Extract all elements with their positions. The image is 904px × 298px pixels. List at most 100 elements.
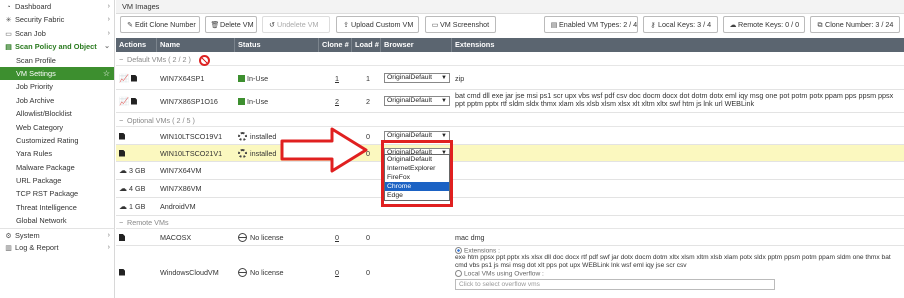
sidebar-item-global-network[interactable]: Global Network bbox=[0, 214, 114, 227]
group-optional-vms[interactable]: − Optional VMs ( 2 / 5 ) bbox=[116, 114, 904, 127]
status-check-icon bbox=[238, 97, 245, 105]
sidebar-item-tcp-rst-package[interactable]: TCP RST Package bbox=[0, 187, 114, 200]
extensions-text: bat cmd dll exe jar jse msi ps1 scr upx … bbox=[455, 91, 894, 108]
file-icon[interactable] bbox=[119, 234, 125, 241]
vm-name: AndroidVM bbox=[160, 202, 196, 211]
upload-custom-vm-button[interactable]: ⇪ Upload Custom VM bbox=[336, 16, 419, 33]
annotation-arrow-icon bbox=[280, 127, 368, 173]
sidebar-item-yara-rules[interactable]: Yara Rules bbox=[0, 147, 114, 160]
cloud-download-icon[interactable]: ☁ bbox=[119, 184, 127, 193]
clone-count-link[interactable]: 1 bbox=[335, 74, 339, 83]
file-icon[interactable] bbox=[119, 149, 125, 157]
chart-icon: ▥ bbox=[5, 245, 12, 253]
file-icon[interactable] bbox=[130, 97, 137, 105]
main-panel: VM Images ✎ Edit Clone Number 🗑Delete VM … bbox=[116, 0, 904, 298]
button-label: Delete VM bbox=[220, 20, 254, 29]
clone-count-link[interactable]: 0 bbox=[335, 268, 339, 277]
sidebar-item-job-archive[interactable]: Job Archive bbox=[0, 94, 114, 107]
sidebar-item-url-package[interactable]: URL Package bbox=[0, 174, 114, 187]
prohibited-icon bbox=[198, 54, 210, 66]
table-row[interactable]: MACOSX No license 0 0 mac dmg bbox=[116, 230, 904, 246]
sidebar-item-label: Global Network bbox=[16, 216, 67, 226]
cloud-download-icon[interactable]: ☁ bbox=[119, 202, 127, 211]
edit-clone-number-button[interactable]: ✎ Edit Clone Number bbox=[120, 16, 200, 33]
table-row[interactable]: 📈 WIN7X64SP1 In-Use 1 1 OriginalDefault ▼… bbox=[116, 67, 904, 90]
vm-name: WindowsCloudVM bbox=[160, 267, 219, 277]
vm-size: 4 GB bbox=[129, 184, 146, 193]
browser-select[interactable]: OriginalDefault ▼ bbox=[384, 96, 450, 106]
no-license-icon bbox=[238, 233, 247, 242]
column-header-name[interactable]: Name bbox=[157, 38, 235, 52]
table-row-selected[interactable]: WIN10LTSCO21V1 installed 0 0 OriginalDef… bbox=[116, 145, 904, 162]
sidebar-item-scan-profile[interactable]: Scan Profile bbox=[0, 54, 114, 67]
file-icon[interactable] bbox=[119, 268, 125, 276]
sidebar-item-label: System bbox=[15, 230, 40, 240]
table-row[interactable]: ☁ 4 GB WIN7X86VM bbox=[116, 180, 904, 198]
table-row[interactable]: WIN10LTSCO19V1 installed 0 0 OriginalDef… bbox=[116, 128, 904, 145]
delete-vm-button[interactable]: 🗑Delete VM bbox=[205, 16, 257, 33]
table-row[interactable]: WindowsCloudVM No license 0 0 Extensions… bbox=[116, 246, 904, 298]
table-header: Actions Name Status Clone # Load # Brows… bbox=[116, 38, 904, 52]
policy-icon: ▤ bbox=[5, 44, 12, 52]
vm-screenshot-button[interactable]: ▭ VM Screenshot bbox=[425, 16, 496, 33]
sidebar-item-system[interactable]: ⚙ System › bbox=[0, 227, 114, 241]
clone-count-link[interactable]: 2 bbox=[335, 97, 339, 106]
select-value: OriginalDefault bbox=[387, 74, 432, 81]
sidebar-item-security-fabric[interactable]: ✳ Security Fabric › bbox=[0, 13, 114, 26]
extensions-radio[interactable] bbox=[455, 247, 462, 254]
sidebar-item-scan-job[interactable]: ▭ Scan Job › bbox=[0, 27, 114, 40]
local-vms-radio-row[interactable]: Local VMs using Overflow : bbox=[455, 270, 904, 278]
local-keys-badge: ⚷ Local Keys: 3 / 4 bbox=[643, 16, 718, 33]
extensions-radio-row[interactable]: Extensions : bbox=[455, 247, 904, 254]
sidebar-item-vm-settings[interactable]: VM Settings ☆ bbox=[0, 66, 114, 81]
group-remote-vms[interactable]: − Remote VMs bbox=[116, 216, 904, 229]
sidebar-item-customized-rating[interactable]: Customized Rating bbox=[0, 134, 114, 147]
cloud-download-icon[interactable]: ☁ bbox=[119, 166, 127, 175]
sidebar-item-label: Security Fabric bbox=[15, 15, 65, 25]
badge-label: Remote Keys: 0 / 0 bbox=[738, 20, 800, 29]
table-row[interactable]: 📈 WIN7X86SP1O16 In-Use 2 2 OriginalDefau… bbox=[116, 90, 904, 113]
sidebar-item-web-category[interactable]: Web Category bbox=[0, 121, 114, 134]
sidebar-item-threat-intelligence[interactable]: Threat Intelligence bbox=[0, 201, 114, 214]
column-header-extensions[interactable]: Extensions bbox=[452, 38, 904, 52]
file-icon[interactable] bbox=[119, 132, 125, 140]
column-header-browser[interactable]: Browser bbox=[381, 38, 452, 52]
sidebar-item-label: Customized Rating bbox=[16, 135, 79, 145]
page-title: VM Images bbox=[116, 0, 904, 14]
column-header-actions[interactable]: Actions bbox=[116, 38, 157, 52]
chevron-right-icon: › bbox=[107, 16, 110, 24]
chart-icon[interactable]: 📈 bbox=[119, 97, 129, 106]
radio-label: Extensions : bbox=[464, 247, 500, 255]
file-icon[interactable] bbox=[130, 74, 137, 82]
sidebar-item-log-report[interactable]: ▥ Log & Report › bbox=[0, 241, 114, 254]
screen-icon: ▭ bbox=[431, 22, 439, 29]
enabled-vm-types-badge: ▤ Enabled VM Types: 2 / 4 bbox=[544, 16, 638, 33]
chevron-down-icon: ▼ bbox=[441, 133, 447, 139]
column-header-status[interactable]: Status bbox=[235, 38, 319, 52]
clone-count-link[interactable]: 0 bbox=[335, 233, 339, 242]
status-text: No license bbox=[250, 233, 284, 242]
sidebar: ◔ Dashboard › ✳ Security Fabric › ▭ Scan Job ›… bbox=[0, 0, 115, 298]
column-header-load[interactable]: Load # bbox=[352, 38, 381, 52]
sidebar-item-job-priority[interactable]: Job Priority bbox=[0, 80, 114, 93]
column-header-clone[interactable]: Clone # bbox=[319, 38, 352, 52]
fabric-icon: ✳ bbox=[5, 17, 12, 25]
undelete-vm-button[interactable]: ↺ Undelete VM bbox=[262, 16, 330, 33]
browser-select[interactable]: OriginalDefault ▼ bbox=[384, 73, 450, 83]
table-row[interactable]: ☁ 1 GB AndroidVM bbox=[116, 198, 904, 216]
group-default-vms[interactable]: − Default VMs ( 2 / 2 ) bbox=[116, 53, 904, 66]
overflow-vms-input[interactable]: Click to select overflow vms bbox=[455, 278, 775, 290]
sidebar-item-malware-package[interactable]: Malware Package bbox=[0, 161, 114, 174]
table-row[interactable]: ☁ 3 GB WIN7X64VM bbox=[116, 162, 904, 180]
sidebar-item-allowlist[interactable]: Allowlist/Blocklist bbox=[0, 107, 114, 120]
local-vms-radio[interactable] bbox=[455, 270, 462, 278]
sidebar-item-scan-policy[interactable]: ▤ Scan Policy and Object ⌄ bbox=[0, 40, 114, 53]
chevron-down-icon: ⌄ bbox=[104, 43, 110, 51]
chart-icon[interactable]: 📈 bbox=[119, 74, 129, 83]
star-icon[interactable]: ☆ bbox=[103, 67, 110, 80]
sidebar-item-dashboard[interactable]: ◔ Dashboard › bbox=[0, 0, 114, 13]
status-text: installed bbox=[250, 131, 277, 141]
sidebar-item-label: Threat Intelligence bbox=[16, 202, 77, 212]
vm-size: 3 GB bbox=[129, 166, 146, 175]
select-value: OriginalDefault bbox=[387, 132, 432, 139]
